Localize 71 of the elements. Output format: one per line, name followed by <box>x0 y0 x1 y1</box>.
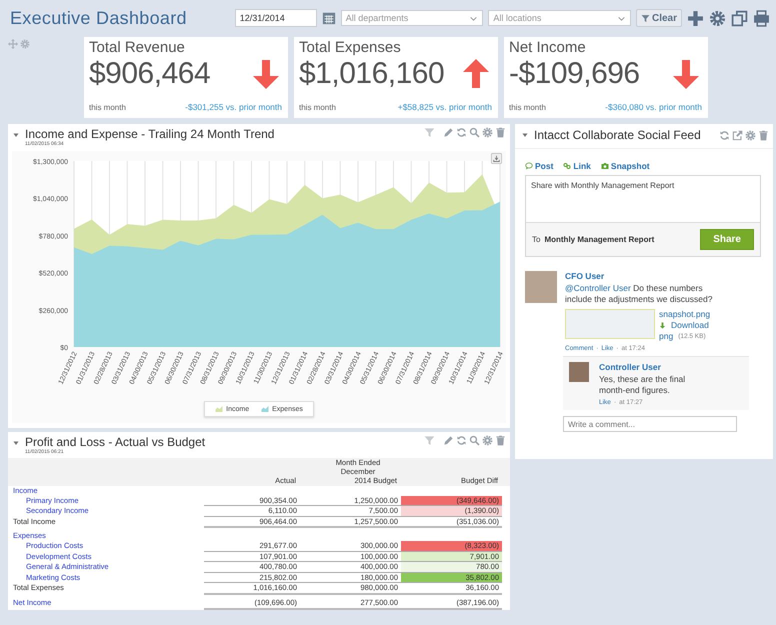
kpi-period: this month <box>509 103 546 112</box>
collapse-icon[interactable] <box>12 439 20 447</box>
kpi-value: $1,016,160 <box>299 57 444 91</box>
mention-link[interactable]: @Controller User <box>565 283 631 293</box>
kpi-title: Net Income <box>509 39 587 56</box>
date-field[interactable]: 12/31/2014 <box>234 9 317 27</box>
snapshot-tab[interactable]: Snapshot <box>600 161 650 171</box>
kpi-change: -$360,080 vs. prior month <box>605 102 702 112</box>
filter-icon[interactable] <box>424 435 435 446</box>
settings-icon[interactable] <box>482 435 493 446</box>
kpi-value: -$109,696 <box>509 57 640 91</box>
message-field[interactable]: Share with Monthly Management Report <box>526 176 760 223</box>
author-link[interactable]: CFO User <box>565 271 761 281</box>
kpi-title: Total Expenses <box>299 39 402 56</box>
camera-icon <box>600 162 609 170</box>
delete-icon[interactable] <box>495 127 506 138</box>
refresh-icon[interactable] <box>456 435 467 446</box>
kpi-period: this month <box>299 103 336 112</box>
external-link-icon[interactable] <box>732 130 743 140</box>
calendar-icon[interactable] <box>322 11 336 25</box>
copy-icon[interactable] <box>731 10 748 26</box>
search-icon[interactable] <box>469 127 480 138</box>
print-icon[interactable] <box>753 10 770 26</box>
file-type-link[interactable]: png <box>659 331 674 342</box>
location-dropdown[interactable]: All locations <box>488 10 631 26</box>
collapse-icon[interactable] <box>521 131 529 139</box>
settings-icon[interactable] <box>709 10 726 26</box>
filter-icon[interactable] <box>424 127 435 138</box>
reply-text: Yes, these are the final month-end figures. <box>599 374 686 396</box>
link-icon <box>563 162 572 170</box>
download-link[interactable]: Download <box>671 320 709 331</box>
export-icon[interactable] <box>491 153 502 164</box>
settings-icon[interactable] <box>20 39 30 49</box>
settings-icon[interactable] <box>745 130 756 140</box>
author-link[interactable]: Controller User <box>599 362 743 372</box>
share-button[interactable]: Share <box>700 229 754 250</box>
recipient-name: Monthly Management Report <box>544 235 656 244</box>
kpi-period: this month <box>89 103 126 112</box>
comment-field[interactable]: Write a comment... <box>563 416 737 432</box>
settings-icon[interactable] <box>482 127 493 138</box>
panel-title: Profit and Loss - Actual vs Budget <box>25 435 206 449</box>
link-tab[interactable]: Link <box>563 161 591 171</box>
avatar-photo-placeholder <box>525 271 557 303</box>
delete-icon[interactable] <box>495 435 506 446</box>
post-text: @Controller User Do these numbers include the adjustments we discussed? <box>565 283 714 305</box>
post-tab[interactable]: Post <box>525 161 554 171</box>
department-dropdown[interactable]: All departments <box>340 10 484 26</box>
download-icon <box>659 322 666 329</box>
panel-title: Intacct Collaborate Social Feed <box>534 128 702 142</box>
delete-icon[interactable] <box>758 130 769 140</box>
avatar-photo-placeholder <box>569 362 589 382</box>
collapse-icon[interactable] <box>12 131 20 139</box>
file-link[interactable]: snapshot.png <box>659 309 710 320</box>
filter-icon <box>640 14 650 22</box>
move-icon[interactable] <box>8 39 18 49</box>
clear-button[interactable]: Clear <box>636 9 682 27</box>
panel-title: Income and Expense - Trailing 24 Month Trend <box>25 127 276 141</box>
refresh-icon[interactable] <box>719 130 730 140</box>
kpi-value: $906,464 <box>89 57 210 91</box>
add-icon[interactable] <box>687 10 704 26</box>
edit-icon[interactable] <box>443 435 454 446</box>
kpi-title: Total Revenue <box>89 39 186 56</box>
recipient-label: To <box>532 235 540 244</box>
refresh-icon[interactable] <box>456 127 467 138</box>
speech-bubble-icon <box>525 162 533 170</box>
edit-icon[interactable] <box>443 127 454 138</box>
kpi-change: -$301,255 vs. prior month <box>185 102 282 112</box>
kpi-change: +$58,825 vs. prior month <box>398 102 492 112</box>
dashboard-title: Executive Dashboard <box>10 8 188 28</box>
snapshot-thumbnail-placeholder[interactable] <box>565 309 655 339</box>
search-icon[interactable] <box>469 435 480 446</box>
